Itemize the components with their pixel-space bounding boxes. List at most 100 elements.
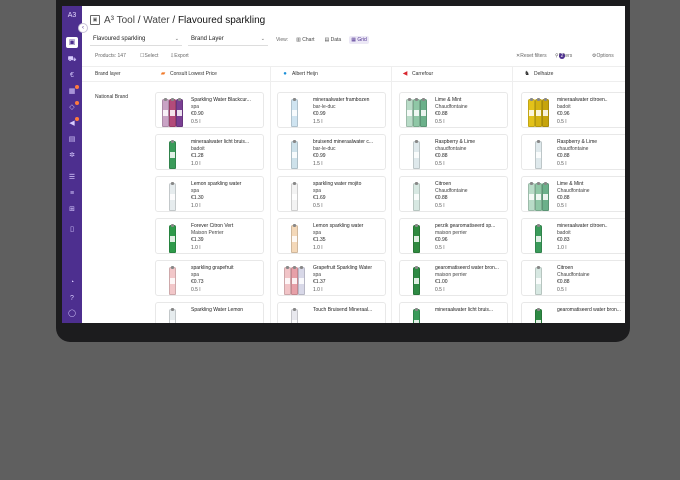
product-card[interactable]: Sparkling Water Blackcur... spa €0.90 0.5 l (155, 92, 264, 128)
product-image (403, 264, 429, 295)
product-brand: chaudfontaine (435, 146, 467, 152)
bottle-icon (542, 98, 549, 127)
product-card[interactable]: Touch Bruisend Mineraal... (277, 302, 386, 323)
euro-icon[interactable]: € (66, 70, 78, 81)
app-logo-icon[interactable]: A3 (65, 10, 79, 22)
retailer-header-delhaize[interactable]: ♞ Delhaize (523, 67, 553, 81)
product-card[interactable]: perzik gearomatiseerd sp... maison perrie… (399, 218, 508, 254)
reset-filters-button[interactable]: ✕ Reset filters (516, 53, 547, 59)
product-volume: 0.5 l (435, 287, 445, 293)
view-chart-button[interactable]: ▥ Chart (294, 36, 316, 44)
retailer-header-carrefour[interactable]: ◀ Carrefour (401, 67, 433, 81)
list-icon[interactable]: ≡ (66, 188, 78, 199)
product-card[interactable]: gearomatiseerd water bron... maison perri… (399, 260, 508, 296)
product-image (159, 180, 185, 211)
product-card[interactable]: Lemon sparkling water spa €1.30 1.0 l (155, 176, 264, 212)
product-name: Sparkling Water Lemon (191, 307, 244, 313)
retailer-header-colruyt[interactable]: ▰ Consult Lowest Price (159, 67, 217, 81)
product-volume: 0.5 l (557, 287, 567, 293)
calendar-icon[interactable]: ▦ (66, 85, 79, 97)
table-icon[interactable]: ▤ (66, 134, 78, 145)
row-label: National Brand (95, 94, 129, 100)
product-card[interactable]: Sparkling Water Lemon (155, 302, 264, 323)
product-volume: 1.0 l (313, 287, 323, 293)
product-image (403, 180, 429, 211)
bottle-icon (176, 98, 183, 127)
product-card[interactable]: Raspberry & Lime chaudfontaine €0.88 0.5 l (521, 134, 625, 170)
bottle-icon (169, 308, 176, 323)
filters-button[interactable]: ⚲ Filters 2 (555, 53, 572, 59)
product-brand: spa (191, 272, 200, 278)
tag-icon[interactable]: ◇ (66, 101, 79, 113)
bottle-icon (535, 182, 542, 211)
product-name: Lime & Mint (557, 181, 584, 187)
view-grid-button[interactable]: ▦ Grid (349, 35, 369, 44)
product-price: €0.99 (313, 111, 326, 117)
catalog-icon[interactable]: ▣ (66, 37, 78, 48)
product-price: €0.88 (435, 195, 448, 201)
layer-select[interactable]: Brand Layer ⌄ (188, 33, 268, 46)
product-card[interactable]: Raspberry & Lime chaudfontaine €0.88 0.5 l (399, 134, 508, 170)
megaphone-icon[interactable]: ◀ (66, 117, 79, 129)
cart-icon[interactable]: ⛟ (66, 54, 78, 65)
product-card[interactable]: Citroen Chaudfontaine €0.88 0.5 l (521, 260, 625, 296)
product-card[interactable]: mineraalwater citroen.. badoit €0.96 0.5 l (521, 92, 625, 128)
collapse-sidebar-button[interactable]: ‹ (78, 23, 88, 33)
product-name: Touch Bruisend Mineraal... (313, 307, 373, 313)
column-divider (270, 66, 271, 323)
bottle-icon (291, 140, 298, 169)
bottle-icon (535, 98, 542, 127)
product-price: €1.69 (313, 195, 326, 201)
select-button[interactable]: ☐ Select (140, 53, 158, 59)
bottle-icon (291, 224, 298, 253)
breadcrumb-current: Flavoured sparkling (177, 14, 266, 26)
product-card[interactable]: mineraalwater licht bruis... (399, 302, 508, 323)
product-name: mineraalwater citroen.. (557, 223, 608, 229)
bell-icon[interactable]: ◔ (66, 277, 78, 288)
settings-icon[interactable]: ✲ (66, 150, 78, 161)
product-card[interactable]: gearomatiseerd water bron... (521, 302, 625, 323)
product-card[interactable]: sparkling water mojito spa €1.69 0.5 l (277, 176, 386, 212)
product-name: gearomatiseerd water bron... (557, 307, 621, 313)
product-card[interactable]: Grapefruit Sparkling Water spa €1.37 1.0 l (277, 260, 386, 296)
product-card[interactable]: Forever Citron Vert Maison Perrier €1.39 1.… (155, 218, 264, 254)
bottle-icon (169, 182, 176, 211)
product-name: Raspberry & Lime (557, 139, 598, 145)
product-card[interactable]: sparkling grapefruit spa €0.73 0.5 l (155, 260, 264, 296)
bottle-icon (169, 266, 176, 295)
product-card[interactable]: Lemon sparkling water spa €1.35 1.0 l (277, 218, 386, 254)
sliders-icon[interactable]: ☰ (66, 172, 78, 183)
hierarchy-icon[interactable]: ⊞ (66, 204, 78, 215)
bottle-icon (169, 98, 176, 127)
product-price: €1.35 (313, 237, 326, 243)
column-divider (512, 66, 513, 323)
options-button[interactable]: ⚙ Options (592, 53, 614, 59)
product-name: Raspberry & Lime (435, 139, 476, 145)
view-data-button[interactable]: ▤ Data (323, 36, 344, 44)
breadcrumb-tool[interactable]: A³ Tool (104, 15, 135, 26)
retailer-header-albert-heijn[interactable]: ● Albert Heijn (281, 67, 318, 81)
product-image (525, 306, 551, 323)
breadcrumb-category[interactable]: Water (143, 15, 169, 26)
product-card[interactable]: Lime & Mint Chaudfontaine €0.88 0.5 l (399, 92, 508, 128)
export-button[interactable]: ⇩ Export (170, 53, 189, 59)
help-icon[interactable]: ? (66, 293, 78, 304)
product-image (159, 306, 185, 323)
product-card[interactable]: bruisend mineraalwater c... bar-le-duc €0.… (277, 134, 386, 170)
bottle-icon (291, 266, 298, 295)
document-icon[interactable]: ▯ (66, 224, 78, 235)
product-card[interactable]: Lime & Mint Chaudfontaine €0.88 0.5 l (521, 176, 625, 212)
product-name: Lemon sparkling water (313, 223, 364, 229)
product-card[interactable]: mineraalwater frambozen bar-le-duc €0.99 1.… (277, 92, 386, 128)
product-card[interactable]: mineraalwater licht bruis... badoit €1.28 1… (155, 134, 264, 170)
user-icon[interactable]: ◯ (66, 308, 78, 319)
category-select[interactable]: Flavoured sparkling ⌄ (90, 33, 182, 46)
delhaize-logo-icon: ♞ (524, 70, 530, 77)
product-price: €0.83 (557, 237, 570, 243)
product-price: €0.73 (191, 279, 204, 285)
product-price: €0.88 (435, 111, 448, 117)
product-card[interactable]: Citroen Chaudfontaine €0.88 0.5 l (399, 176, 508, 212)
product-card[interactable]: mineraalwater citroen.. badoit €0.83 1.0 l (521, 218, 625, 254)
product-volume: 0.5 l (191, 119, 201, 125)
bottle-icon (420, 98, 427, 127)
